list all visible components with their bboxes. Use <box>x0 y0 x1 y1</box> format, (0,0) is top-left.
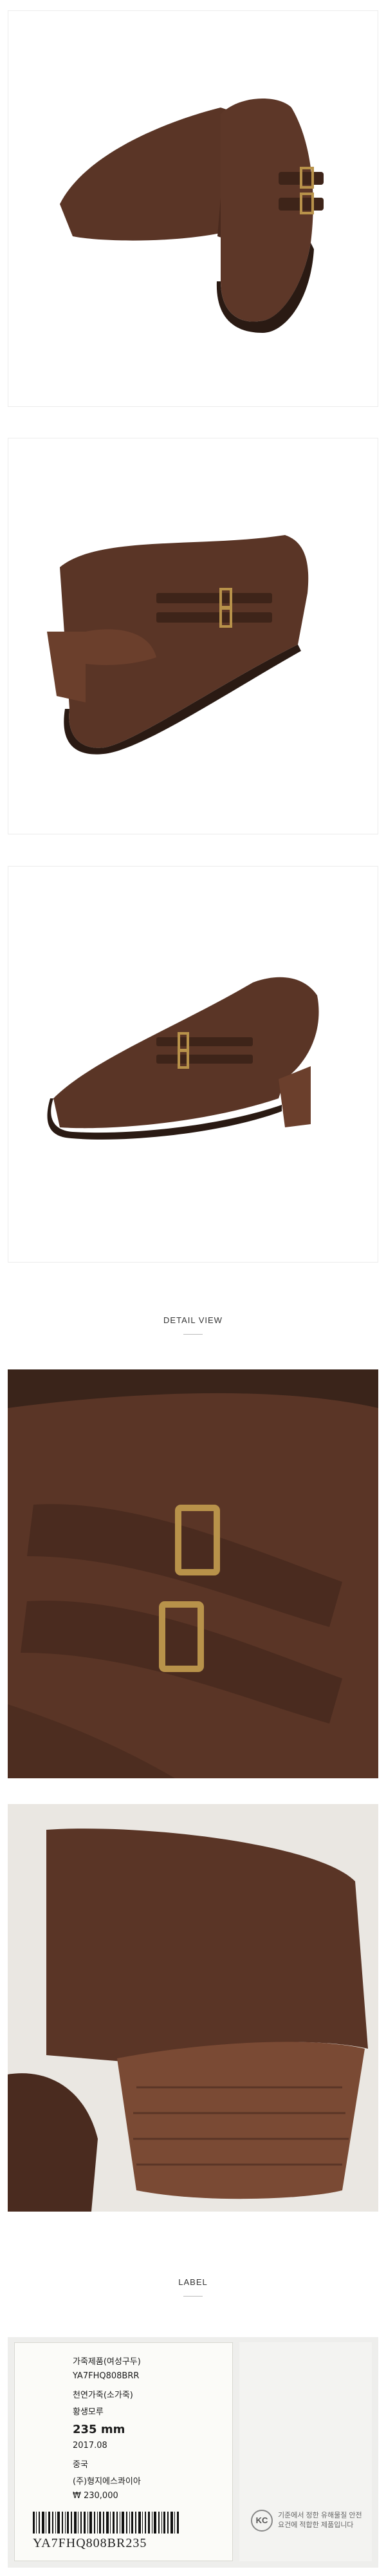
product-photo-side <box>8 438 378 834</box>
barcode-image <box>33 2512 179 2534</box>
tag-date: 2017.08 <box>73 2441 107 2450</box>
heel-closeup-image <box>8 1804 378 2212</box>
tag-model: YA7FHQ808BRR <box>73 2371 140 2381</box>
tag-product-type: 가죽제품(여성구두) <box>73 2357 141 2367</box>
label-divider <box>183 2296 203 2297</box>
tag-row-importer: (주)형지에스콰이아 <box>21 2474 227 2491</box>
kc-notice: 기준에서 정한 유해물질 안전요건에 적합한 제품입니다 <box>278 2512 362 2529</box>
tag-importer: (주)형지에스콰이아 <box>73 2477 141 2487</box>
tag-row-origin: 중국 <box>21 2458 227 2474</box>
tag-row-price: ₩ 230,000 <box>21 2491 227 2508</box>
tag-row-date: 2017.08 <box>21 2441 227 2458</box>
label-photo: 가죽제품(여성구두) YA7FHQ808BRR 천연가죽(소가죽) 황생모루 2… <box>8 2337 378 2568</box>
tag-row-model: YA7FHQ808BRR <box>21 2371 227 2388</box>
product-photo-pair <box>8 10 378 407</box>
tag-row-color: 황생모루 <box>21 2405 227 2421</box>
detail-view-divider <box>183 1334 203 1335</box>
tag-row-product-type: 가죽제품(여성구두) <box>21 2355 227 2371</box>
certification-card: KC 기준에서 정한 유해물질 안전요건에 적합한 제품입니다 <box>239 2342 372 2561</box>
shoe-pair-image <box>60 99 324 333</box>
detail-photo-buckles <box>8 1369 378 1778</box>
tag-row-size: 235 mm <box>21 2423 227 2440</box>
detail-photo-heel <box>8 1804 378 2212</box>
product-tag: 가죽제품(여성구두) YA7FHQ808BRR 천연가죽(소가죽) 황생모루 2… <box>14 2342 233 2561</box>
tag-price: ₩ 230,000 <box>73 2491 118 2501</box>
tag-size: 235 mm <box>73 2423 125 2436</box>
buckle-closeup-image <box>8 1369 378 1778</box>
tag-origin: 중국 <box>73 2460 88 2470</box>
tag-material: 천연가죽(소가죽) <box>73 2391 133 2400</box>
kc-mark-icon: KC <box>251 2510 273 2532</box>
barcode-number: YA7FHQ808BR235 <box>33 2536 147 2550</box>
shoe-side-image <box>47 535 309 755</box>
tag-row-material: 천연가죽(소가죽) <box>21 2388 227 2405</box>
label-heading: LABEL <box>178 2277 208 2287</box>
tag-color: 황생모루 <box>73 2407 104 2417</box>
shoe-profile-image <box>47 977 319 1140</box>
product-photo-profile <box>8 866 378 1263</box>
detail-view-heading: DETAIL VIEW <box>163 1315 223 1325</box>
